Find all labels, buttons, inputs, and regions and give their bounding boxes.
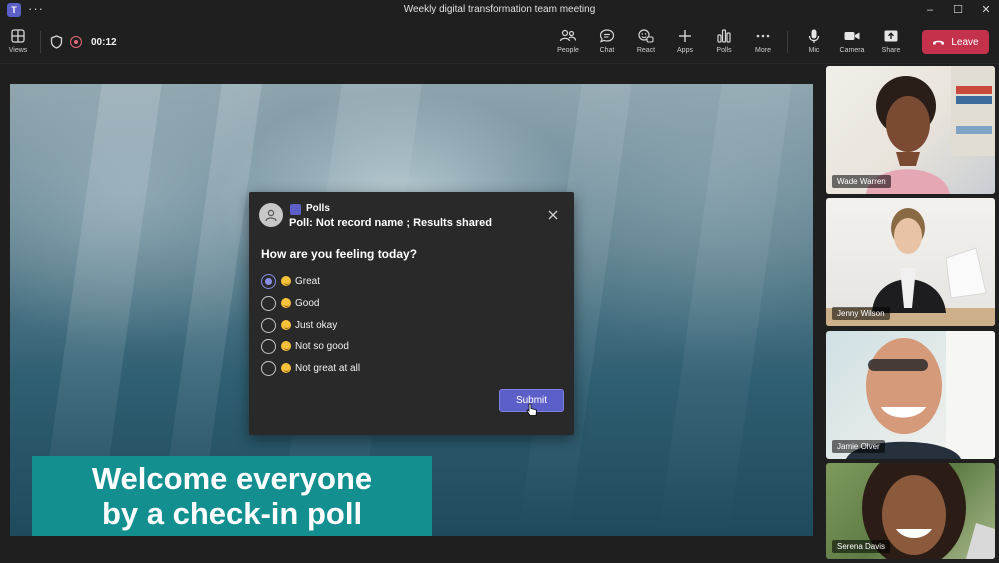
views-button[interactable]: Views	[0, 28, 36, 60]
recording-icon	[70, 36, 82, 48]
polls-label: Polls	[716, 47, 732, 54]
camera-icon	[844, 32, 860, 40]
radio-button[interactable]	[261, 338, 276, 354]
poll-option-label: Not so good	[295, 340, 349, 352]
more-dots-icon	[756, 34, 770, 38]
meeting-timer: 00:12	[91, 37, 117, 48]
share-screen-icon	[884, 30, 898, 42]
camera-button[interactable]: Camera	[834, 28, 870, 60]
hang-up-phone-icon	[933, 40, 945, 45]
poll-option-not-great-at-all[interactable]: Not great at all	[261, 360, 360, 376]
participant-name: Jenny Wilson	[832, 307, 890, 320]
close-icon[interactable]	[546, 208, 560, 222]
chat-label: Chat	[599, 47, 615, 54]
banner-line-1: Welcome everyone	[91, 461, 373, 496]
more-label: More	[755, 47, 771, 54]
participant-name: Jamie Olver	[832, 440, 885, 453]
shield-icon[interactable]	[50, 35, 63, 49]
leave-button[interactable]: Leave	[922, 30, 989, 54]
participant-name: Serena Davis	[832, 540, 891, 553]
mic-button[interactable]: Mic	[796, 28, 832, 60]
poll-dialog: Polls Poll: Not record name ; Results sh…	[249, 192, 574, 435]
grid-view-icon	[11, 29, 25, 43]
people-button[interactable]: People	[550, 28, 586, 60]
polls-button[interactable]: Polls	[706, 28, 742, 60]
maximize-button[interactable]: ☐	[948, 2, 968, 18]
poll-option-label: Great	[295, 275, 321, 287]
share-button[interactable]: Share	[873, 28, 909, 60]
react-button[interactable]: React	[628, 28, 664, 60]
banner-line-2: by a check-in poll	[101, 496, 363, 531]
toolbar-divider	[40, 31, 41, 53]
mic-label: Mic	[808, 47, 820, 54]
toolbar-divider	[787, 31, 788, 53]
smiley-emoji-icon	[281, 320, 291, 330]
react-label: React	[636, 47, 656, 54]
radio-button-selected[interactable]	[261, 273, 276, 289]
poll-subtitle: Poll: Not record name ; Results shared	[289, 217, 492, 229]
poll-option-not-so-good[interactable]: Not so good	[261, 338, 349, 354]
radio-button[interactable]	[261, 360, 276, 376]
people-icon	[559, 29, 577, 42]
leave-label: Leave	[951, 36, 979, 48]
poll-option-label: Good	[295, 297, 320, 309]
participant-tile[interactable]: Wade Warren	[826, 66, 995, 194]
person-icon	[265, 209, 277, 222]
poll-option-good[interactable]: Good	[261, 295, 319, 311]
radio-button[interactable]	[261, 317, 276, 333]
camera-label: Camera	[839, 47, 865, 54]
background-texture	[658, 84, 792, 536]
participant-tile[interactable]: Jamie Olver	[826, 331, 995, 459]
welcome-banner: Welcome everyone by a check-in poll	[32, 456, 432, 536]
participant-tile[interactable]: Jenny Wilson	[826, 198, 995, 326]
smiley-emoji-icon	[281, 298, 291, 308]
smiley-emoji-icon	[281, 341, 291, 351]
react-emoji-icon	[638, 29, 654, 43]
window-title: Weekly digital transformation team meeti…	[403, 4, 596, 15]
views-label: Views	[8, 47, 28, 54]
poll-question: How are you feeling today?	[261, 247, 418, 261]
minimize-button[interactable]: –	[920, 2, 940, 18]
poll-option-label: Not great at all	[295, 362, 361, 374]
close-window-button[interactable]: ✕	[976, 2, 996, 18]
poll-author-avatar	[259, 203, 283, 227]
share-label: Share	[881, 47, 901, 54]
radio-button[interactable]	[261, 295, 276, 311]
participant-name: Wade Warren	[832, 175, 891, 188]
plus-icon	[679, 30, 691, 42]
apps-button[interactable]: Apps	[667, 28, 703, 60]
poll-option-just-okay[interactable]: Just okay	[261, 317, 337, 333]
poll-option-label: Just okay	[295, 319, 338, 331]
polls-app-icon	[290, 204, 301, 215]
polls-app-name: Polls	[306, 203, 330, 214]
polls-chart-icon	[717, 29, 731, 43]
hand-cursor-icon	[526, 403, 537, 416]
more-button[interactable]: More	[745, 28, 781, 60]
chat-icon	[599, 29, 615, 43]
apps-label: Apps	[677, 47, 693, 54]
smiley-emoji-icon	[281, 276, 291, 286]
people-label: People	[557, 47, 579, 54]
chat-button[interactable]: Chat	[589, 28, 625, 60]
title-bar: T ··· Weekly digital transformation team…	[0, 0, 999, 20]
participant-tile[interactable]: Serena Davis	[826, 463, 995, 559]
smiley-emoji-icon	[281, 363, 291, 373]
poll-option-great[interactable]: Great	[261, 273, 320, 289]
microphone-icon	[808, 29, 820, 43]
